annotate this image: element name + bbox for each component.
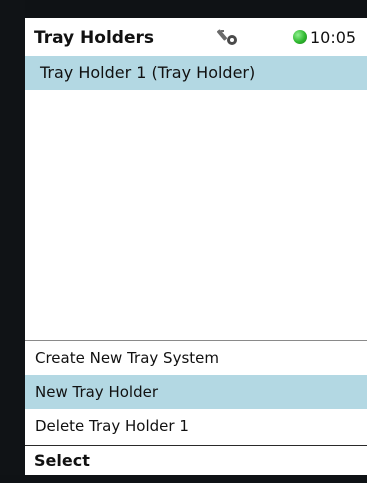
page-title: Tray Holders [34, 28, 154, 48]
softkey-label: Select [34, 451, 90, 470]
tray-holder-list: Tray Holder 1 (Tray Holder) [25, 56, 367, 90]
device-bezel-left [0, 0, 25, 483]
menu-item-delete-tray-holder[interactable]: Delete Tray Holder 1 [25, 409, 367, 443]
menu-item-create-tray-system[interactable]: Create New Tray System [25, 341, 367, 375]
select-softkey[interactable]: Select [25, 445, 367, 475]
device-bezel-bottom [0, 475, 367, 483]
title-bar: Tray Holders 10:05 [25, 18, 367, 56]
key-icon [217, 29, 237, 45]
menu-item-label: Delete Tray Holder 1 [35, 417, 189, 435]
list-item-label: Tray Holder 1 (Tray Holder) [40, 63, 256, 82]
clock: 10:05 [310, 28, 357, 47]
device-screen: Tray Holders 10:05 Tray Holder 1 (Tray H… [0, 0, 367, 483]
list-item[interactable]: Tray Holder 1 (Tray Holder) [25, 56, 367, 90]
menu-item-label: New Tray Holder [35, 383, 158, 401]
options-menu: Create New Tray System New Tray Holder D… [25, 340, 367, 443]
menu-item-new-tray-holder[interactable]: New Tray Holder [25, 375, 367, 409]
screen-panel: Tray Holders 10:05 Tray Holder 1 (Tray H… [25, 18, 367, 475]
menu-item-label: Create New Tray System [35, 349, 219, 367]
device-bezel-top [0, 0, 367, 18]
connection-status-icon [293, 30, 307, 44]
